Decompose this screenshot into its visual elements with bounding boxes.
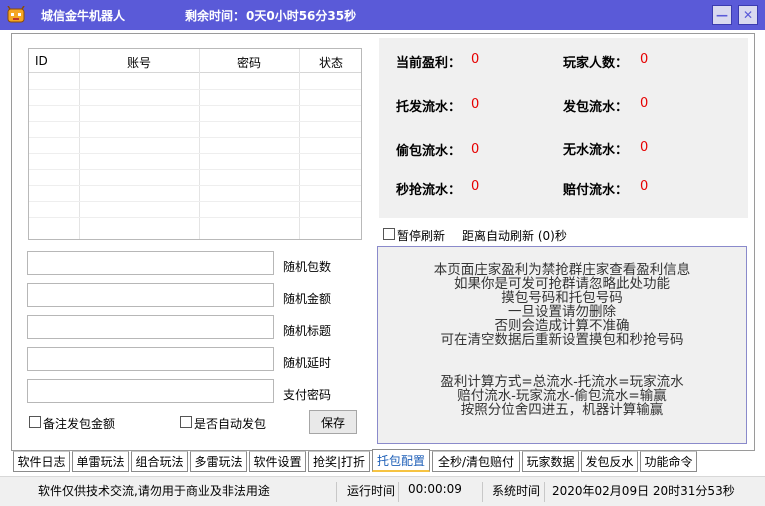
auto-refresh-countdown: 距离自动刷新 (0)秒 [462, 229, 567, 243]
window-title: 城信金牛机器人 [41, 9, 126, 23]
remaining-time-value: 0天0小时56分35秒 [246, 9, 357, 23]
minimize-button[interactable]: — [712, 5, 732, 25]
pause-refresh-label: 暂停刷新 [397, 229, 446, 243]
tab-function-commands[interactable]: 功能命令 [640, 451, 697, 472]
tab-software-settings[interactable]: 软件设置 [249, 451, 306, 472]
peifu-flow-label: 赔付流水： [563, 183, 629, 198]
toubao-flow-label: 偷包流水： [396, 144, 462, 159]
row-gridline [29, 89, 361, 90]
system-time-value: 2020年02月09日 20时31分53秒 [552, 484, 735, 498]
random-amount-label: 随机金额 [283, 292, 332, 306]
tuofa-flow-label: 托发流水： [396, 100, 462, 115]
row-gridline [29, 121, 361, 122]
random-delay-label: 随机延时 [283, 356, 332, 370]
info-line: 赔付流水-玩家流水-偷包流水=输赢 [457, 388, 667, 404]
close-button[interactable]: ✕ [738, 5, 758, 25]
disclaimer-text: 软件仅供技术交流,请勿用于商业及非法用途 [38, 484, 270, 498]
info-line: 如果你是可发可抢群请忽略此处功能 [454, 276, 670, 292]
random-packet-count-input[interactable] [27, 251, 274, 275]
random-packet-count-label: 随机包数 [283, 260, 332, 274]
miaoqiang-flow-label: 秒抢流水： [396, 183, 462, 198]
random-title-input[interactable] [27, 315, 274, 339]
peifu-flow-value: 0 [640, 179, 649, 194]
auto-send-label: 是否自动发包 [194, 417, 267, 431]
note-amount-label: 备注发包金额 [43, 417, 116, 431]
row-gridline [29, 105, 361, 106]
status-divider [482, 482, 483, 502]
tab-combo-play[interactable]: 组合玩法 [131, 451, 188, 472]
auto-send-checkbox[interactable] [180, 416, 192, 428]
tab-multi-mine[interactable]: 多雷玩法 [190, 451, 247, 472]
current-profit-value: 0 [471, 52, 480, 67]
player-count-value: 0 [640, 52, 649, 67]
tab-single-mine[interactable]: 单雷玩法 [72, 451, 129, 472]
row-gridline [29, 137, 361, 138]
column-divider [299, 49, 300, 239]
wushui-flow-label: 无水流水： [563, 143, 629, 158]
pay-password-label: 支付密码 [283, 388, 332, 402]
player-count-label: 玩家人数： [563, 56, 629, 71]
tab-software-log[interactable]: 软件日志 [13, 451, 70, 472]
run-time-value: 00:00:09 [408, 482, 462, 496]
column-header-account[interactable]: 账号 [127, 54, 151, 71]
tab-grab-reward-discount[interactable]: 抢奖|打折 [308, 451, 370, 472]
status-divider [398, 482, 399, 502]
info-line: 本页面庄家盈利为禁抢群庄家查看盈利信息 [433, 262, 691, 278]
system-time-label: 系统时间 [492, 484, 541, 498]
info-line: 否则会造成计算不准确 [494, 318, 630, 334]
tuofa-flow-value: 0 [471, 97, 480, 112]
column-header-password[interactable]: 密码 [237, 54, 261, 71]
tab-rebate[interactable]: 发包反水 [581, 451, 638, 472]
random-delay-input[interactable] [27, 347, 274, 371]
note-amount-checkbox[interactable] [29, 416, 41, 428]
column-divider [199, 49, 200, 239]
row-gridline [29, 185, 361, 186]
wushui-flow-value: 0 [640, 140, 649, 155]
info-line: 一旦设置请勿删除 [508, 304, 616, 320]
run-time-label: 运行时间 [347, 484, 396, 498]
fabao-flow-value: 0 [640, 96, 649, 111]
accounts-table[interactable]: ID 账号 密码 状态 [28, 48, 362, 240]
status-divider [336, 482, 337, 502]
info-line: 摸包号码和托包号码 [501, 290, 623, 306]
info-line: 可在清空数据后重新设置摸包和秒抢号码 [440, 332, 684, 348]
pause-refresh-checkbox[interactable] [383, 228, 395, 240]
row-gridline [29, 169, 361, 170]
status-bar: 软件仅供技术交流,请勿用于商业及非法用途 运行时间 00:00:09 系统时间 … [0, 476, 765, 506]
toubao-flow-value: 0 [471, 142, 480, 157]
tab-full-grab-compensation[interactable]: 全秒/清包赔付 [432, 451, 520, 472]
row-gridline [29, 217, 361, 218]
info-line: 按照分位舍四进五，机器计算输赢 [460, 402, 664, 418]
column-header-id[interactable]: ID [35, 54, 48, 68]
save-button[interactable]: 保存 [309, 410, 357, 434]
info-panel: 本页面庄家盈利为禁抢群庄家查看盈利信息 如果你是可发可抢群请忽略此处功能 摸包号… [377, 246, 747, 444]
robot-app-icon [7, 6, 25, 23]
current-profit-label: 当前盈利： [396, 56, 462, 71]
miaoqiang-flow-value: 0 [471, 179, 480, 194]
pay-password-input[interactable] [27, 379, 274, 403]
tab-player-data[interactable]: 玩家数据 [522, 451, 579, 472]
row-gridline [29, 201, 361, 202]
title-bar: 城信金牛机器人 剩余时间： 0天0小时56分35秒 — ✕ [0, 0, 765, 30]
column-header-status[interactable]: 状态 [319, 54, 343, 71]
status-divider [544, 482, 545, 502]
tab-tuobao-config[interactable]: 托包配置 [372, 449, 430, 472]
row-gridline [29, 153, 361, 154]
random-title-label: 随机标题 [283, 324, 332, 338]
random-amount-input[interactable] [27, 283, 274, 307]
remaining-time-label: 剩余时间： [185, 9, 246, 23]
column-divider [79, 49, 80, 239]
info-line: 盈利计算方式=总流水-托流水=玩家流水 [440, 374, 684, 390]
fabao-flow-label: 发包流水： [563, 100, 629, 115]
